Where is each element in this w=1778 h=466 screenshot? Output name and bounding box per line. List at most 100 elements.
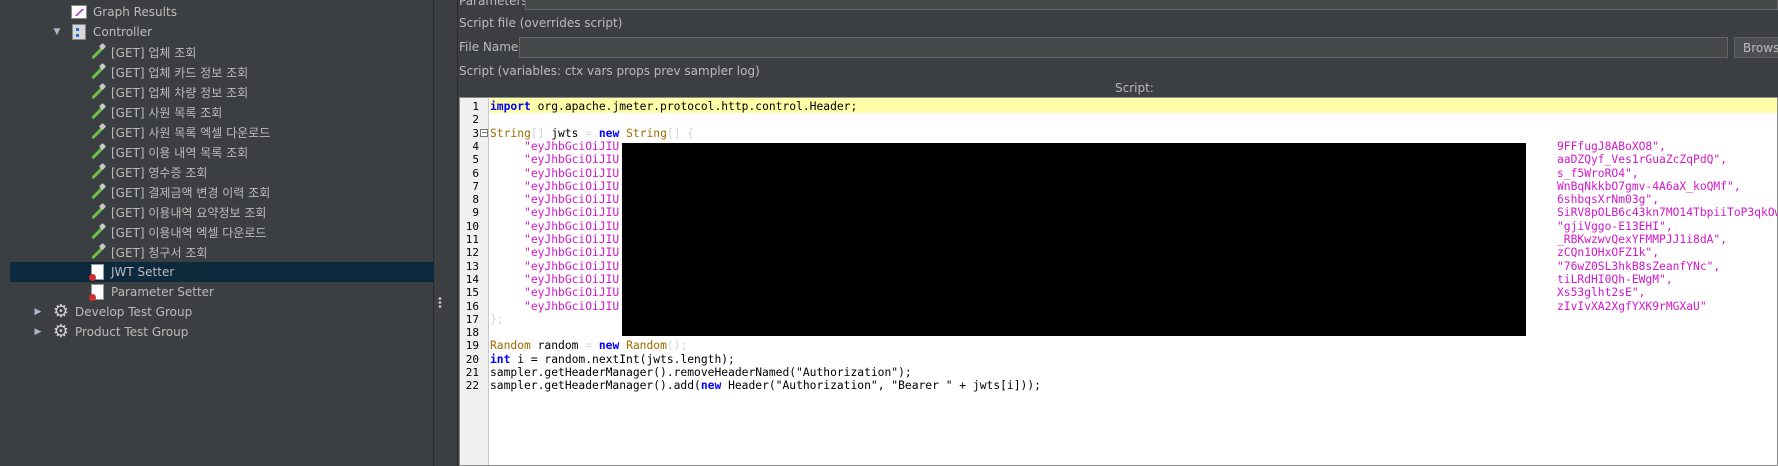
- script-section-label: Script (variables: ctx vars props prev s…: [459, 64, 760, 78]
- tree-item-label: [GET] 사원 목록 엑셀 다운로드: [111, 125, 271, 140]
- code-token: ();: [666, 339, 688, 353]
- jwt-prefix: "eyJhbGciOiJIU: [524, 139, 620, 153]
- tree-item[interactable]: [GET] 이용 내역 목록 조회: [10, 142, 434, 162]
- parameters-label: Parameters:: [459, 0, 532, 8]
- script-file-label: Script file (overrides script): [459, 16, 623, 30]
- statement: sampler.getHeaderManager().add(: [490, 379, 701, 393]
- type-name: Random: [626, 339, 667, 353]
- tree-item-label: Develop Test Group: [75, 305, 193, 319]
- tree-item[interactable]: [GET] 업체 차량 정보 조회: [10, 82, 434, 102]
- controller-icon: [70, 23, 88, 41]
- jwt-line: "eyJhbGciOiJIU: [490, 299, 619, 314]
- code-token: [] {: [666, 126, 695, 140]
- closing-brace: };: [490, 312, 504, 326]
- tree-item-label: [GET] 업체 조회: [111, 45, 197, 60]
- tree-item-label: JWT Setter: [111, 265, 175, 279]
- file-name-label: File Name:: [459, 40, 523, 54]
- test-plan-tree[interactable]: Graph Results Controller ▼ [GET] 업체 조회 [GET]…: [0, 0, 434, 466]
- code-line-22: sampler.getHeaderManager().add(new Heade…: [490, 378, 1041, 393]
- fold-toggle-icon[interactable]: −: [480, 128, 488, 137]
- jwt-prefix: "eyJhbGciOiJIU: [524, 219, 620, 233]
- tree-item-label: Product Test Group: [75, 325, 189, 339]
- tree-item[interactable]: [GET] 사원 목록 엑셀 다운로드: [10, 122, 434, 142]
- tree-item[interactable]: Parameter Setter: [10, 282, 434, 302]
- gear-icon: ⚙: [52, 321, 70, 342]
- tree-item-label: [GET] 업체 차량 정보 조회: [111, 85, 249, 100]
- collapse-toggle-icon[interactable]: ▶: [33, 327, 43, 337]
- script-label: Script:: [1115, 81, 1154, 95]
- splitter[interactable]: • • •: [434, 0, 458, 466]
- tree-item[interactable]: [GET] 업체 카드 정보 조회: [10, 62, 434, 82]
- tree-item-label: [GET] 결제금액 변경 이력 조회: [111, 185, 271, 200]
- jwt-prefix: "eyJhbGciOiJIU: [524, 272, 620, 286]
- line-number-gutter: 1 2 3 4 5 6 7 8 9 10 11 12 13 14 15 16 17 18 19 20 21 22−: [460, 98, 489, 465]
- jwt-prefix: "eyJhbGciOiJIU: [524, 259, 620, 273]
- tree-item[interactable]: JWT Setter: [10, 262, 434, 282]
- tree-item[interactable]: [GET] 결제금액 변경 이력 조회: [10, 182, 434, 202]
- pipette-icon: [88, 123, 106, 141]
- pipette-icon: [88, 43, 106, 61]
- script-doc-icon: [88, 283, 106, 301]
- jwt-prefix: "eyJhbGciOiJIU: [524, 233, 620, 246]
- file-name-input[interactable]: [519, 37, 1728, 58]
- script-doc-icon: [88, 263, 106, 281]
- pipette-icon: [88, 223, 106, 241]
- jwt-prefix: "eyJhbGciOiJIU: [524, 193, 620, 207]
- statement: Header("Authorization", "Bearer " + jwts…: [728, 379, 1041, 393]
- tree-item-label: [GET] 업체 카드 정보 조회: [111, 65, 249, 80]
- code-line-1: import org.apache.jmeter.protocol.http.c…: [490, 99, 857, 114]
- variable-name: random: [537, 339, 579, 353]
- line-number: 22: [465, 379, 479, 393]
- tree-item[interactable]: ⚙ Develop Test Group: [10, 302, 434, 322]
- keyword: new: [598, 339, 620, 353]
- variable-name: jwts: [551, 126, 579, 140]
- splitter-grip-icon[interactable]: • • •: [437, 295, 443, 313]
- tree-item[interactable]: Graph Results: [10, 2, 434, 22]
- tree-item[interactable]: [GET] 업체 조회: [10, 42, 434, 62]
- tree-item-label: [GET] 영수증 조회: [111, 165, 208, 180]
- tree-item-label: [GET] 이용내역 엑셀 다운로드: [111, 225, 267, 240]
- tree-item[interactable]: ⚙ Product Test Group: [10, 322, 434, 342]
- code-token: []: [530, 126, 545, 140]
- pipette-icon: [88, 183, 106, 201]
- tree-item[interactable]: [GET] 사원 목록 조회: [10, 102, 434, 122]
- pipette-icon: [88, 243, 106, 261]
- tree-item-label: [GET] 이용내역 요약정보 조회: [111, 205, 267, 220]
- tree-item-label: Parameter Setter: [111, 285, 214, 299]
- import-path: org.apache.jmeter.protocol.http.control.…: [537, 100, 858, 113]
- code-token: =: [578, 126, 599, 140]
- keyword: new: [598, 126, 620, 140]
- code-token: =: [578, 339, 599, 353]
- keyword: import: [490, 100, 531, 113]
- statement: i = random.nextInt(jwts.length);: [517, 352, 735, 366]
- tree-item[interactable]: [GET] 영수증 조회: [10, 162, 434, 182]
- keyword: new: [700, 379, 722, 393]
- pipette-icon: [88, 103, 106, 121]
- tree-item-label: Graph Results: [93, 5, 177, 19]
- tree-item[interactable]: [GET] 이용내역 요약정보 조회: [10, 202, 434, 222]
- jwt-prefix: "eyJhbGciOiJIU: [524, 179, 620, 193]
- tree-item[interactable]: [GET] 청구서 조회: [10, 242, 434, 262]
- expand-toggle-icon[interactable]: ▼: [52, 27, 62, 37]
- tree-item[interactable]: Controller: [10, 22, 434, 42]
- statement: sampler.getHeaderManager().removeHeaderN…: [490, 366, 912, 379]
- type-name: Random: [490, 339, 531, 353]
- pipette-icon: [88, 83, 106, 101]
- jwt-prefix: "eyJhbGciOiJIU: [524, 153, 620, 167]
- tree-item-label: Controller: [93, 25, 153, 39]
- browse-button[interactable]: Brows: [1734, 37, 1778, 58]
- collapse-toggle-icon[interactable]: ▶: [33, 307, 43, 317]
- parameters-input[interactable]: [525, 0, 1778, 10]
- jwt-prefix: "eyJhbGciOiJIU: [524, 166, 620, 180]
- pipette-icon: [88, 63, 106, 81]
- gear-icon: ⚙: [52, 301, 70, 322]
- code-line-17: };: [490, 312, 504, 327]
- pipette-icon: [88, 163, 106, 181]
- pipette-icon: [88, 143, 106, 161]
- tree-item[interactable]: [GET] 이용내역 엑셀 다운로드: [10, 222, 434, 242]
- redaction-block: [622, 143, 1526, 336]
- jwt-prefix: "eyJhbGciOiJIU: [524, 246, 620, 260]
- jwt-prefix: "eyJhbGciOiJIU: [524, 206, 620, 220]
- type-name: String: [490, 126, 531, 140]
